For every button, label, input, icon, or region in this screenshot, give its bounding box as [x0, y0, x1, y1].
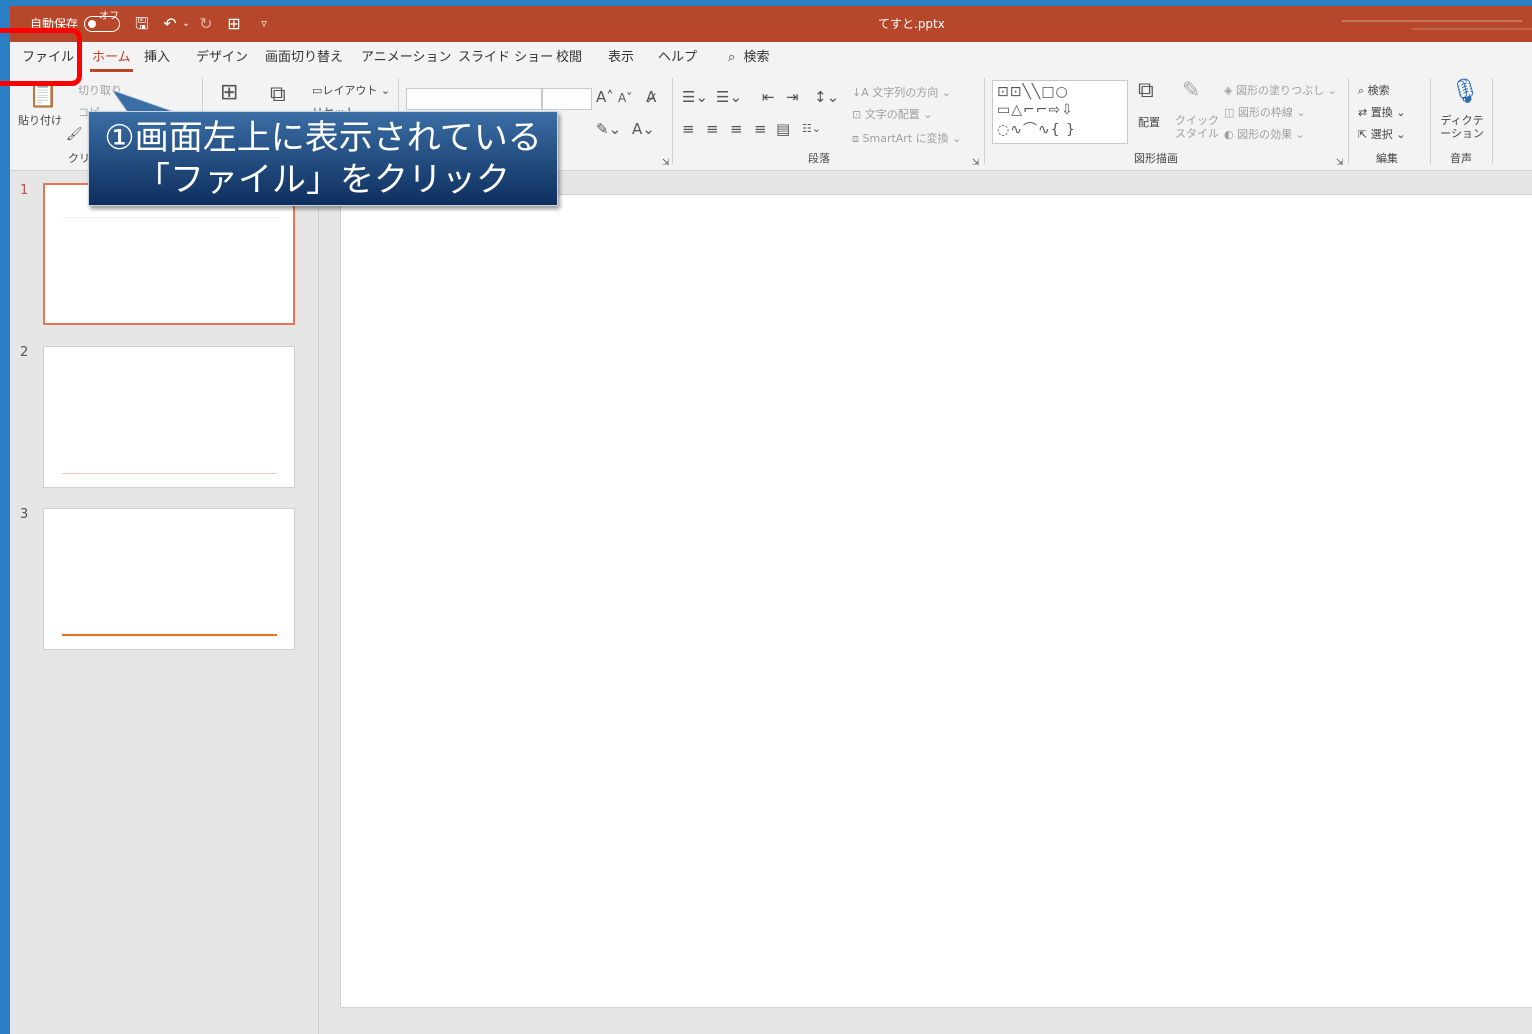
callout-line-2: 「ファイル」をクリック: [136, 160, 510, 200]
callout-line-1: ①画面左上に表示されている: [104, 118, 542, 158]
instruction-callout: ①画面左上に表示されている 「ファイル」をクリック: [88, 111, 558, 206]
